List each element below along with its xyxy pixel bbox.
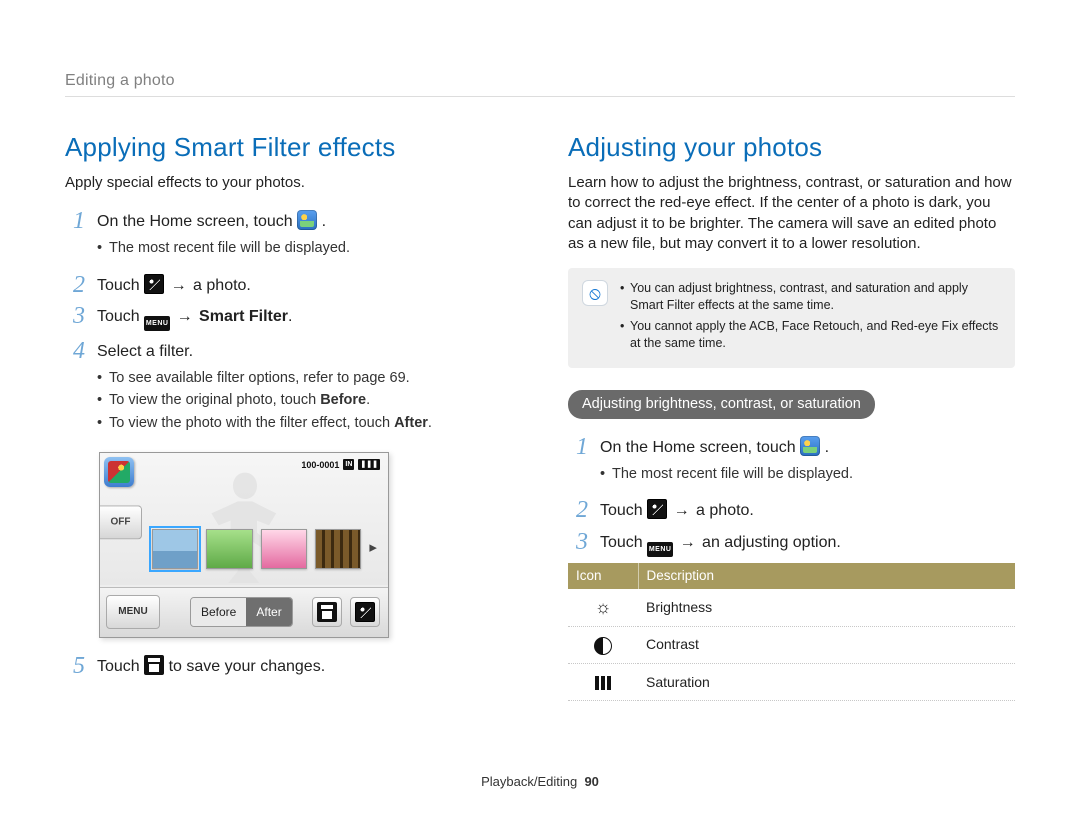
r-step-3: 3 Touch MENU → an adjusting option. — [568, 528, 1015, 557]
note-box: ⦸ You can adjust brightness, contrast, a… — [568, 268, 1015, 368]
step-5: 5 Touch to save your changes. — [65, 652, 512, 678]
menu-icon: MENU — [144, 316, 170, 331]
note-2: You cannot apply the ACB, Face Retouch, … — [620, 318, 1001, 352]
table-row: Contrast — [568, 626, 1015, 663]
adjustment-icon-table: Icon Description Brightness Contrast Sat… — [568, 563, 1015, 701]
table-row: Brightness — [568, 589, 1015, 626]
note-1: You can adjust brightness, contrast, and… — [620, 280, 1001, 314]
right-steps: 1 On the Home screen, touch . The most r… — [568, 433, 1015, 557]
in-badge: IN — [343, 459, 354, 470]
step-4-sub3: To view the photo with the filter effect… — [97, 414, 512, 434]
left-steps-2: 5 Touch to save your changes. — [65, 652, 512, 678]
arrow-icon: → — [175, 306, 195, 328]
two-column-layout: Applying Smart Filter effects Apply spec… — [65, 130, 1015, 701]
filter-thumb-2[interactable] — [206, 529, 252, 569]
photo-editor-app-icon — [800, 436, 820, 456]
col-description: Description — [638, 563, 1015, 589]
filter-thumb-4[interactable] — [315, 529, 361, 569]
step-4: 4 Select a filter. To see available filt… — [65, 337, 512, 439]
left-steps: 1 On the Home screen, touch . The most r… — [65, 207, 512, 439]
left-column: Applying Smart Filter effects Apply spec… — [65, 130, 512, 701]
picture-icon — [144, 274, 164, 294]
camera-ui-figure: 100-0001 IN ❚❚❚ OFF ▸ MENU — [99, 452, 389, 638]
app-corner-icon — [104, 457, 134, 487]
right-intro: Learn how to adjust the brightness, cont… — [568, 173, 1015, 254]
r-step-1: 1 On the Home screen, touch . The most r… — [568, 433, 1015, 490]
section-title: Editing a photo — [65, 70, 175, 92]
right-heading: Adjusting your photos — [568, 130, 1015, 165]
subsection-pill: Adjusting brightness, contrast, or satur… — [568, 390, 875, 420]
contrast-icon — [594, 637, 612, 655]
brightness-icon — [595, 597, 612, 617]
expand-button[interactable] — [350, 597, 380, 627]
picture-icon — [647, 499, 667, 519]
before-after-toggle[interactable]: Before After — [190, 597, 293, 627]
right-column: Adjusting your photos Learn how to adjus… — [568, 130, 1015, 701]
step-1: 1 On the Home screen, touch . The most r… — [65, 207, 512, 264]
footer-section: Playback/Editing — [481, 774, 577, 789]
save-button[interactable] — [312, 597, 342, 627]
arrow-icon: → — [678, 532, 698, 554]
saturation-icon — [595, 676, 611, 690]
step-4-sub2: To view the original photo, touch Before… — [97, 391, 512, 411]
filter-thumb-3[interactable] — [261, 529, 307, 569]
before-tab[interactable]: Before — [191, 598, 246, 626]
divider — [65, 96, 1015, 97]
file-counter: 100-0001 IN ❚❚❚ — [301, 459, 380, 471]
r-step-2: 2 Touch → a photo. — [568, 496, 1015, 522]
menu-icon: MENU — [647, 542, 673, 557]
chevron-right-icon[interactable]: ▸ — [369, 538, 380, 558]
save-icon — [144, 655, 164, 675]
step-4-sub1: To see available filter options, refer t… — [97, 369, 512, 389]
save-icon — [317, 602, 337, 622]
step-3: 3 Touch MENU → Smart Filter. — [65, 302, 512, 331]
left-heading: Applying Smart Filter effects — [65, 130, 512, 165]
left-intro: Apply special effects to your photos. — [65, 173, 512, 193]
menu-button[interactable]: MENU — [106, 595, 160, 629]
photo-editor-app-icon — [297, 210, 317, 230]
off-button[interactable]: OFF — [100, 505, 142, 539]
table-row: Saturation — [568, 663, 1015, 700]
step-1-sub: The most recent file will be displayed. — [97, 239, 512, 259]
battery-icon: ❚❚❚ — [358, 459, 380, 470]
arrow-icon: → — [169, 275, 189, 297]
footer: Playback/Editing 90 — [0, 773, 1080, 791]
r-step-1-sub: The most recent file will be displayed. — [600, 465, 1015, 485]
after-tab[interactable]: After — [246, 598, 291, 626]
arrow-icon: → — [672, 500, 692, 522]
note-icon: ⦸ — [582, 280, 608, 306]
col-icon: Icon — [568, 563, 638, 589]
picture-icon — [355, 602, 375, 622]
filter-thumb-1[interactable] — [152, 529, 198, 569]
filter-thumbnails: ▸ — [152, 525, 380, 573]
step-2: 2 Touch → a photo. — [65, 271, 512, 297]
page-number: 90 — [584, 774, 598, 789]
